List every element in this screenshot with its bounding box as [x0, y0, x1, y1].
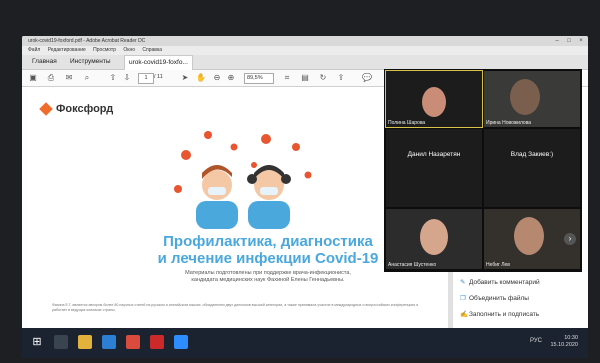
window-title-bar: urok-covid19-foxford.pdf - Adobe Acrobat…: [22, 36, 588, 46]
children-in-masks-illustration: [174, 131, 312, 229]
fit-page-icon[interactable]: ▤: [300, 73, 310, 83]
print-icon[interactable]: ⎙: [46, 73, 56, 83]
video-tile[interactable]: Данил Назаретян: [386, 129, 482, 207]
document-subtitle: Материалы подготовлены при поддержке вра…: [138, 270, 398, 284]
virus-icon: [261, 134, 271, 144]
comment-toolbar-icon[interactable]: 💬: [362, 73, 372, 83]
language-indicator[interactable]: РУС: [530, 338, 542, 344]
clock-date: 15.10.2020: [550, 342, 578, 348]
menu-view[interactable]: Просмотр: [93, 47, 116, 53]
search-taskbar-icon[interactable]: [54, 335, 68, 349]
video-call-panel: Полина Шарова Ирина Новожилова Данил Наз…: [384, 69, 582, 272]
menu-window[interactable]: Окно: [123, 47, 135, 53]
participant-name: Полина Шарова: [388, 120, 426, 126]
menu-file[interactable]: Файл: [28, 47, 40, 53]
video-tile[interactable]: Ирина Новожилова: [484, 71, 580, 127]
video-tile[interactable]: Полина Шарова: [385, 70, 483, 128]
virus-icon: [251, 162, 257, 168]
maximize-icon[interactable]: □: [564, 36, 574, 46]
share-icon[interactable]: ⇪: [336, 73, 346, 83]
combine-files-tool[interactable]: ❐ Объединить файлы: [460, 294, 529, 302]
menu-bar: Файл Редактирование Просмотр Окно Справк…: [22, 46, 588, 55]
page-total: / 11: [154, 74, 163, 80]
virus-icon: [292, 143, 300, 151]
tool-label: Добавить комментарий: [469, 279, 540, 286]
tab-tools[interactable]: Инструменты: [66, 55, 115, 69]
participant-name: Ирина Новожилова: [486, 120, 532, 126]
headline-line-1: Профилактика, диагностика: [163, 233, 373, 250]
boy-figure: [196, 165, 238, 229]
page-number-input[interactable]: 1: [138, 73, 154, 84]
participant-video: [514, 217, 544, 255]
tab-document[interactable]: urok-covid19-foxfo...: [124, 55, 193, 70]
zoom-select[interactable]: 89,5%: [244, 73, 274, 84]
rotate-icon[interactable]: ↻: [318, 73, 328, 83]
tool-label: Заполнить и подписать: [469, 311, 540, 318]
participant-name: Небиг Лев: [486, 262, 510, 268]
clock[interactable]: 10:30 15.10.2020: [550, 335, 578, 349]
participant-video: [510, 79, 540, 115]
chrome-icon[interactable]: [126, 335, 140, 349]
close-icon[interactable]: ×: [576, 36, 586, 46]
search-icon[interactable]: ⌕: [82, 73, 92, 83]
explorer-icon[interactable]: [78, 335, 92, 349]
participant-video: [420, 219, 448, 255]
menu-help[interactable]: Справка: [142, 47, 162, 53]
cursor-icon[interactable]: ➤: [180, 73, 190, 83]
virus-icon: [181, 150, 191, 160]
participant-name: Данил Назаретян: [407, 151, 461, 158]
video-tile[interactable]: Анастасия Шустенко: [386, 209, 482, 269]
virus-icon: [230, 143, 238, 151]
comment-icon: ✎: [460, 279, 466, 286]
start-icon[interactable]: ⊞: [30, 335, 44, 349]
fill-sign-tool[interactable]: ✍Заполнить и подписать: [460, 310, 539, 318]
edge-icon[interactable]: [102, 335, 116, 349]
virus-icon: [204, 131, 212, 139]
girl-figure: [247, 165, 291, 229]
foxford-logo: Фоксфорд: [56, 103, 114, 115]
zoom-out-icon[interactable]: ⊖: [212, 73, 222, 83]
video-tile[interactable]: Влад Закиев:): [484, 129, 580, 207]
monitor-screen: urok-covid19-foxford.pdf - Adobe Acrobat…: [22, 36, 588, 358]
participant-name: Влад Закиев:): [510, 151, 554, 158]
next-page-icon[interactable]: ›: [564, 233, 576, 245]
clock-time: 10:30: [564, 335, 578, 341]
video-tile[interactable]: Небиг Лев ›: [484, 209, 580, 269]
headline-line-2: и лечение инфекции Covid-19: [157, 250, 379, 267]
minimize-icon[interactable]: –: [552, 36, 562, 46]
crop-icon[interactable]: ⌗: [282, 73, 292, 83]
virus-icon: [304, 171, 312, 179]
tab-home[interactable]: Главная: [28, 55, 61, 69]
page-down-icon[interactable]: ⇩: [122, 73, 132, 83]
save-icon[interactable]: ▣: [28, 73, 38, 83]
add-comment-tool[interactable]: ✎ Добавить комментарий: [460, 278, 540, 286]
combine-icon: ❐: [460, 295, 466, 302]
document-footnote: Фахина Е.Г. является автором более 80 на…: [52, 303, 419, 312]
participant-name: Анастасия Шустенко: [388, 262, 437, 268]
hand-icon[interactable]: ✋: [196, 73, 206, 83]
tool-label: Объединить файлы: [469, 295, 529, 302]
email-icon[interactable]: ✉: [64, 73, 74, 83]
virus-icon: [174, 185, 182, 193]
menu-edit[interactable]: Редактирование: [48, 47, 86, 53]
subtitle-line-2: кандидата медицинских наук Фахиной Елены…: [191, 277, 345, 283]
sign-icon: ✍: [460, 311, 469, 318]
document-headline: Профилактика, диагностика и лечение инфе…: [118, 233, 418, 267]
acrobat-icon[interactable]: [150, 335, 164, 349]
page-up-icon[interactable]: ⇧: [108, 73, 118, 83]
participant-video: [422, 87, 446, 117]
tab-bar: Главная Инструменты urok-covid19-foxfo..…: [22, 55, 588, 70]
subtitle-line-1: Материалы подготовлены при поддержке вра…: [185, 270, 351, 276]
window-title: urok-covid19-foxford.pdf - Adobe Acrobat…: [28, 38, 146, 44]
windows-taskbar: ⊞ РУС 10:30 15.10.2020: [22, 328, 588, 358]
zoom-in-icon[interactable]: ⊕: [226, 73, 236, 83]
zoom-icon[interactable]: [174, 335, 188, 349]
foxford-logo-icon: [39, 102, 53, 116]
